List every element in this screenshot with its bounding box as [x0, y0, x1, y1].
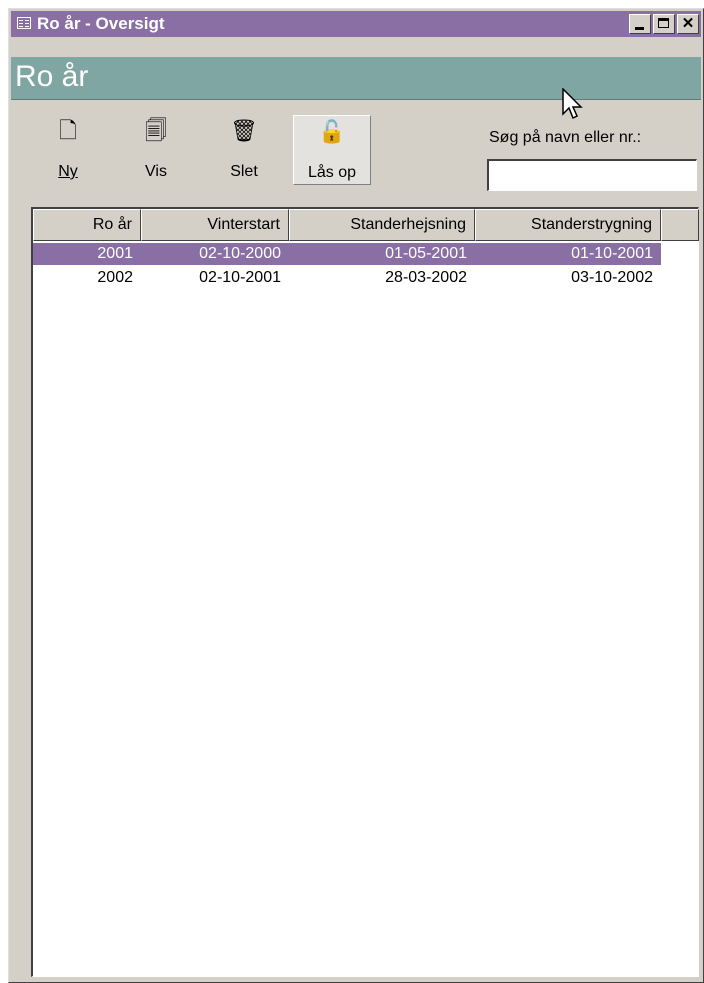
window-title: Ro år - Oversigt [37, 14, 165, 33]
close-icon: ✕ [681, 15, 695, 32]
cell-ro-ar: 2001 [97, 245, 133, 262]
cell-standerstrygning: 03-10-2002 [571, 269, 653, 286]
view-button[interactable]: 🗐 Vis [117, 115, 195, 185]
table-row[interactable]: 2001 02-10-2000 01-05-2001 01-10-2001 [33, 243, 661, 265]
column-header-vinterstart[interactable]: Vinterstart [141, 209, 289, 241]
new-button[interactable]: 🗋 Ny [29, 115, 107, 185]
delete-icon: 🗑 [230, 118, 258, 143]
delete-button[interactable]: 🗑 Slet [205, 115, 283, 185]
cell-vinterstart: 02-10-2000 [199, 245, 281, 262]
column-header-ro-ar[interactable]: Ro år [33, 209, 141, 241]
view-label: Vis [145, 163, 167, 180]
cell-vinterstart: 02-10-2001 [199, 269, 281, 286]
close-button[interactable]: ✕ [677, 14, 699, 34]
column-header-standerstrygning[interactable]: Standerstrygning [475, 209, 661, 241]
mouse-pointer-icon [562, 88, 583, 120]
minimize-icon [635, 27, 644, 30]
cell-ro-ar: 2002 [97, 269, 133, 286]
table-row[interactable]: 2002 02-10-2001 28-03-2002 03-10-2002 [33, 267, 661, 289]
new-label: Ny [58, 163, 78, 180]
column-header-standerhejsning[interactable]: Standerhejsning [289, 209, 475, 241]
unlock-icon: 🔓 [318, 119, 346, 144]
column-header-filler [661, 209, 699, 241]
maximize-icon [658, 18, 669, 28]
minimize-button[interactable] [629, 14, 651, 34]
search-input[interactable] [487, 159, 697, 191]
delete-label: Slet [230, 163, 258, 180]
year-list[interactable]: Ro år Vinterstart Standerhejsning Stande… [31, 207, 699, 977]
cell-standerhejsning: 28-03-2002 [385, 269, 467, 286]
title-bar[interactable]: Ro år - Oversigt ✕ [11, 11, 701, 37]
maximize-button[interactable] [653, 14, 675, 34]
form-icon[interactable] [17, 17, 31, 29]
form-header: Ro år [11, 57, 701, 100]
new-document-icon: 🗋 [59, 118, 77, 143]
unlock-label: Lås op [307, 164, 357, 181]
form-title: Ro år [15, 60, 89, 93]
cell-standerhejsning: 01-05-2001 [385, 245, 467, 262]
unlock-button[interactable]: 🔓 Lås op [293, 115, 371, 185]
cell-standerstrygning: 01-10-2001 [571, 245, 653, 262]
search-label: Søg på navn eller nr.: [489, 129, 642, 146]
view-icon: 🗐 [145, 118, 167, 143]
app-window: Ro år - Oversigt ✕ Ro år 🗋 Ny 🗐 Vis 🗑 Sl… [8, 8, 704, 983]
